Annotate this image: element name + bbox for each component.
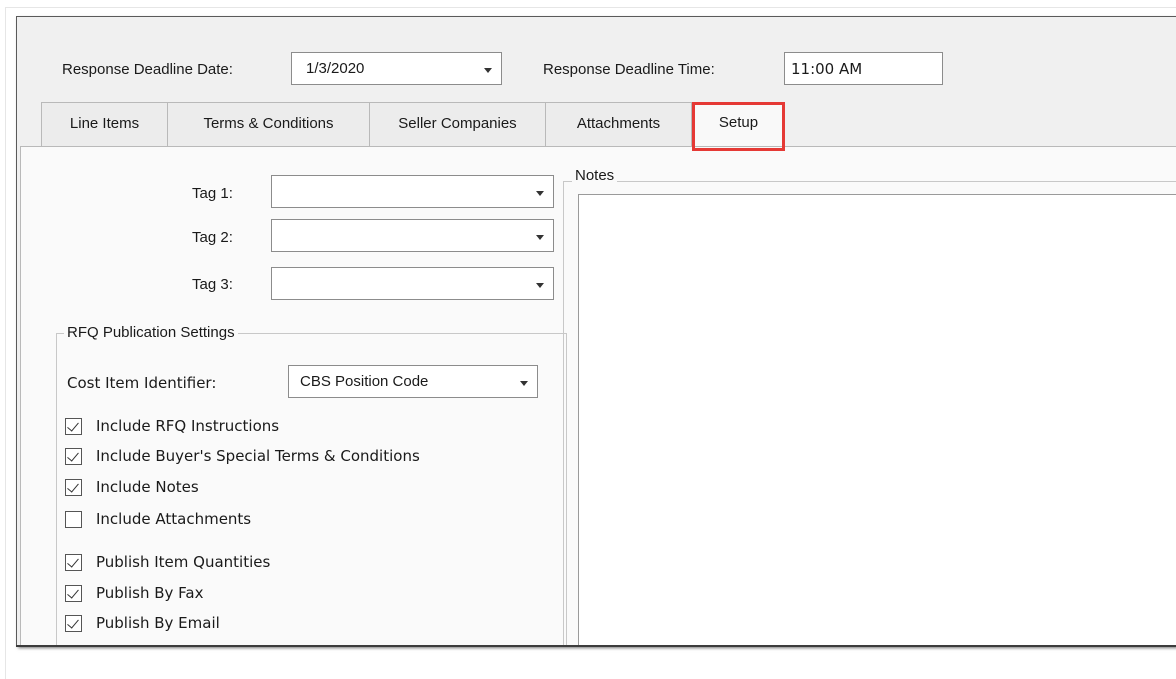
tab-label: Line Items [69, 115, 140, 132]
checkbox-checked-icon[interactable] [65, 418, 82, 435]
notes-textarea[interactable] [578, 194, 1176, 646]
deadline-date-label: Response Deadline Date: [62, 61, 233, 78]
checkbox-unchecked-icon[interactable] [65, 511, 82, 528]
publication-settings-title: RFQ Publication Settings [64, 324, 238, 341]
checkbox-label: Include Notes [96, 478, 199, 496]
tag3-dropdown[interactable] [271, 267, 554, 300]
checkbox-label: Publish By Email [96, 614, 220, 632]
checkbox-checked-icon[interactable] [65, 554, 82, 571]
deadline-date-value: 1/3/2020 [306, 60, 365, 77]
checkbox-checked-icon[interactable] [65, 448, 82, 465]
chevron-down-icon[interactable] [536, 282, 544, 288]
window-bottom-edge [16, 645, 1176, 647]
chevron-down-icon[interactable] [520, 380, 528, 386]
notes-title: Notes [572, 167, 618, 184]
checkbox-checked-icon[interactable] [65, 585, 82, 602]
checkbox-label: Include RFQ Instructions [96, 417, 280, 435]
checkbox-label: Publish By Fax [96, 584, 204, 602]
tag1-dropdown[interactable] [271, 175, 554, 208]
checkbox-checked-icon[interactable] [65, 615, 82, 632]
chevron-down-icon[interactable] [536, 190, 544, 196]
cost-item-value: CBS Position Code [300, 373, 429, 390]
rfq-window: Response Deadline Date: 1/3/2020 Respons… [16, 16, 1176, 646]
cost-item-dropdown[interactable]: CBS Position Code [288, 365, 538, 398]
deadline-time-field[interactable]: 11:00 AM [784, 52, 943, 85]
tab-line-items[interactable]: Line Items [41, 102, 168, 146]
tab-label: Attachments [576, 115, 661, 132]
tab-terms-conditions[interactable]: Terms & Conditions [167, 102, 370, 146]
checkbox-checked-icon[interactable] [65, 479, 82, 496]
tag2-label: Tag 2: [192, 229, 233, 246]
checkbox-label: Include Attachments [96, 510, 252, 528]
checkbox-label: Include Buyer's Special Terms & Conditio… [96, 447, 420, 465]
tab-bar: Line Items Terms & Conditions Seller Com… [17, 102, 1176, 147]
setup-tab-highlight [692, 102, 785, 151]
tag3-label: Tag 3: [192, 276, 233, 293]
deadline-time-label: Response Deadline Time: [543, 61, 715, 78]
chevron-down-icon[interactable] [536, 234, 544, 240]
deadline-time-value: 11:00 AM [791, 60, 863, 78]
tab-label: Terms & Conditions [203, 115, 334, 132]
checkbox-label: Publish Item Quantities [96, 553, 271, 571]
tag1-label: Tag 1: [192, 185, 233, 202]
tag2-dropdown[interactable] [271, 219, 554, 252]
deadline-date-dropdown[interactable]: 1/3/2020 [291, 52, 502, 85]
tab-attachments[interactable]: Attachments [545, 102, 692, 146]
tab-label: Seller Companies [398, 115, 517, 132]
tab-seller-companies[interactable]: Seller Companies [369, 102, 546, 146]
chevron-down-icon[interactable] [484, 67, 492, 73]
cost-item-label: Cost Item Identifier: [67, 374, 217, 392]
